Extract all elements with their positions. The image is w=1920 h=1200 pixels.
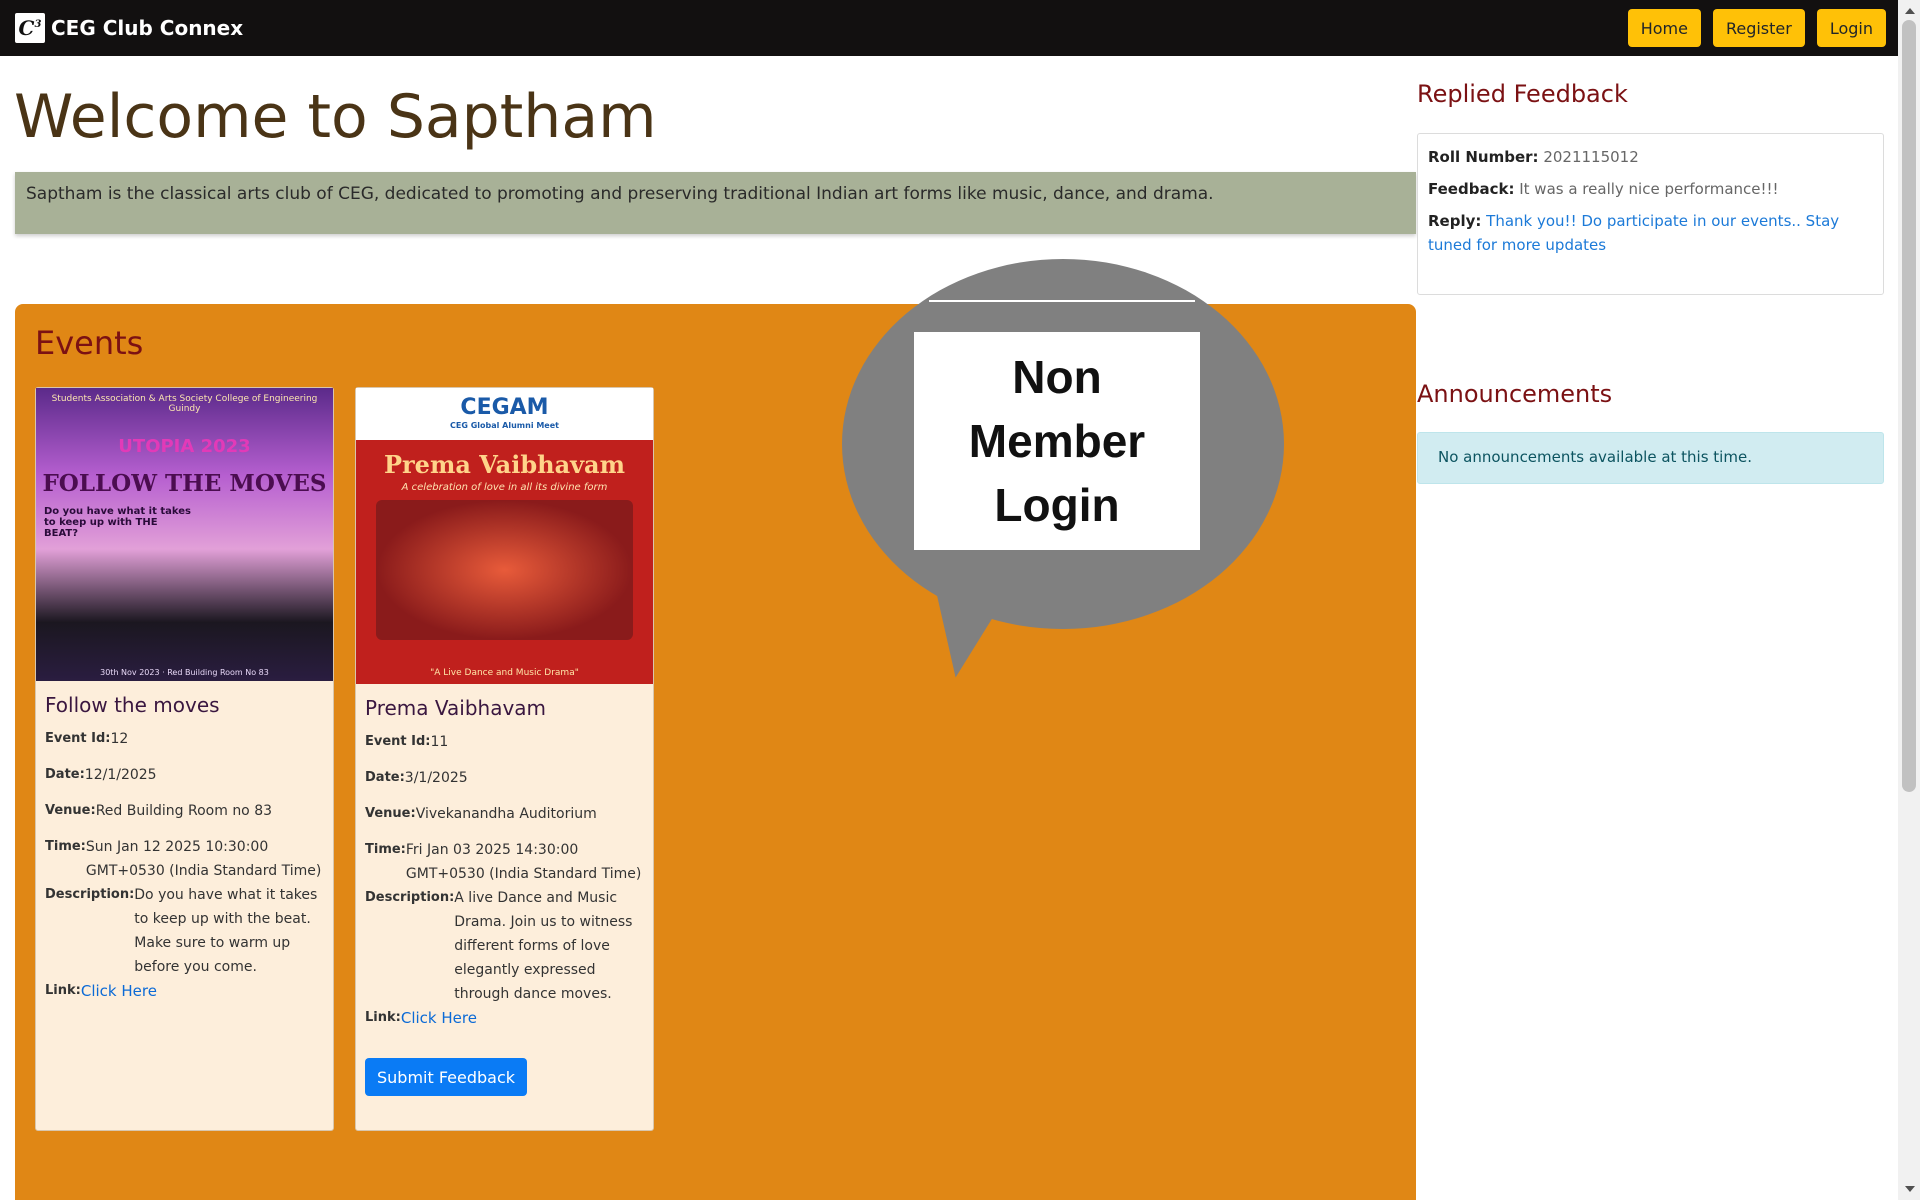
club-description-text: Saptham is the classical arts club of CE… xyxy=(26,184,1214,204)
event-venue-field: Venue: Red Building Room no 83 xyxy=(45,803,273,819)
replied-feedback-heading: Replied Feedback xyxy=(1417,80,1628,108)
submit-feedback-button[interactable]: Submit Feedback xyxy=(365,1058,528,1096)
event-poster-image: Students Association & Arts Society Coll… xyxy=(36,388,333,681)
scroll-down-icon[interactable] xyxy=(1905,1186,1915,1192)
event-title: Prema Vaibhavam xyxy=(365,696,547,720)
event-link-field: Link: Click Here xyxy=(365,1006,644,1030)
non-member-login-text[interactable]: Non Member Login xyxy=(942,345,1172,537)
event-date-field: Date: 12/1/2025 xyxy=(45,767,157,783)
brand-link[interactable]: C3 CEG Club Connex xyxy=(15,13,243,43)
event-venue-field: Venue: Vivekanandha Auditorium xyxy=(365,806,597,822)
events-heading: Events xyxy=(35,324,144,362)
event-description-field: Description: Do you have what it takes t… xyxy=(45,887,318,975)
page-title: Welcome to Saptham xyxy=(14,82,657,152)
login-button[interactable]: Login xyxy=(1816,9,1886,47)
top-navbar: C3 CEG Club Connex Home Register Login xyxy=(0,0,1898,56)
non-member-login-box[interactable]: Non Member Login xyxy=(914,332,1200,550)
scroll-up-icon[interactable] xyxy=(1905,8,1915,14)
speech-bubble-line xyxy=(929,300,1195,302)
roll-number-line: Roll Number: 2021115012 xyxy=(1428,148,1639,166)
home-button[interactable]: Home xyxy=(1627,9,1701,47)
event-date-field: Date: 3/1/2025 xyxy=(365,770,468,786)
nav-buttons: Home Register Login xyxy=(1627,9,1886,47)
event-id-field: Event Id: 11 xyxy=(365,734,449,750)
scroll-thumb[interactable] xyxy=(1902,20,1916,792)
event-link[interactable]: Click Here xyxy=(81,979,157,1003)
feedback-line: Feedback: It was a really nice performan… xyxy=(1428,180,1779,198)
event-description-field: Description: A live Dance and Music Dram… xyxy=(365,890,633,1002)
club-description: Saptham is the classical arts club of CE… xyxy=(15,172,1416,234)
brand-logo-icon: C3 xyxy=(15,13,45,43)
feedback-card: Roll Number: 2021115012 Feedback: It was… xyxy=(1417,133,1884,295)
announcements-alert: No announcements available at this time. xyxy=(1417,432,1884,484)
event-card: Students Association & Arts Society Coll… xyxy=(35,387,334,1131)
event-id-field: Event Id: 12 xyxy=(45,731,129,747)
event-link-field: Link: Click Here xyxy=(45,979,324,1003)
event-link[interactable]: Click Here xyxy=(401,1006,477,1030)
vertical-scrollbar[interactable] xyxy=(1898,0,1920,1200)
register-button[interactable]: Register xyxy=(1712,9,1805,47)
event-time-field: Time: Sun Jan 12 2025 10:30:00 GMT+0530 … xyxy=(45,839,322,879)
event-card: CEGAM CEG Global Alumni Meet Prema Vaibh… xyxy=(355,387,654,1131)
announcements-heading: Announcements xyxy=(1417,380,1613,408)
dancers-illustration xyxy=(376,500,633,640)
reply-line: Reply: Thank you!! Do participate in our… xyxy=(1428,212,1840,254)
event-title: Follow the moves xyxy=(45,693,220,717)
event-time-field: Time: Fri Jan 03 2025 14:30:00 GMT+0530 … xyxy=(365,842,642,882)
announcements-empty-text: No announcements available at this time. xyxy=(1438,448,1752,466)
brand-name: CEG Club Connex xyxy=(51,16,244,40)
event-poster-image: CEGAM CEG Global Alumni Meet Prema Vaibh… xyxy=(356,388,653,684)
